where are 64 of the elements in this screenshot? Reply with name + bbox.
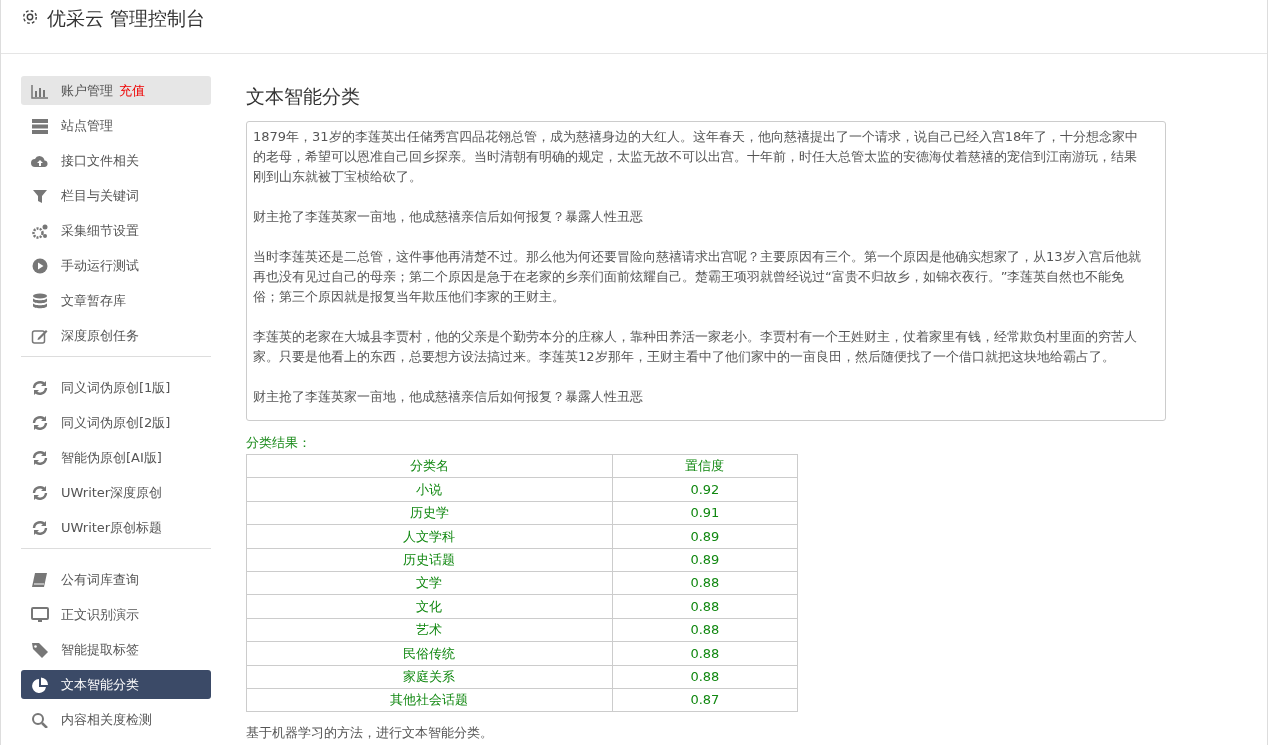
table-cell: 0.88: [612, 571, 798, 595]
sidebar-item[interactable]: 正文识别演示: [21, 600, 211, 629]
table-cell: 其他社会话题: [246, 688, 613, 712]
sidebar-item[interactable]: 智能提取标签: [21, 635, 211, 664]
sidebar-item[interactable]: 内容相关度检测: [21, 705, 211, 734]
column-header: 分类名: [246, 454, 613, 478]
sidebar-item[interactable]: 深度原创任务: [21, 321, 211, 350]
bar-chart-icon: [31, 82, 49, 99]
sidebar-item[interactable]: 栏目与关键词: [21, 181, 211, 210]
table-cell: 小说: [246, 477, 613, 502]
edit-icon: [31, 327, 49, 344]
table-cell: 历史学: [246, 501, 613, 525]
table-cell: 0.88: [612, 665, 798, 689]
sidebar-item[interactable]: 站点管理: [21, 111, 211, 140]
edit-icon: [31, 484, 49, 501]
search-icon: [31, 711, 49, 728]
section-heading: 文本智能分类: [246, 84, 361, 109]
sidebar-item[interactable]: 账户管理 充值: [21, 76, 211, 105]
sidebar-item[interactable]: 接口文件相关: [21, 146, 211, 175]
refresh-icon: [31, 449, 49, 466]
sidebar-item[interactable]: 同义词伪原创[2版]: [21, 408, 211, 437]
description-text: 基于机器学习的方法，进行文本智能分类。: [246, 724, 494, 743]
table-cell: 文化: [246, 594, 613, 619]
gears-icon: [31, 222, 49, 239]
sidebar-item[interactable]: 同义词伪原创[1版]: [21, 373, 211, 402]
sidebar-item[interactable]: 手动运行测试: [21, 251, 211, 280]
sidebar-item[interactable]: UWriter原创标题: [21, 513, 211, 542]
table-cell: 人文学科: [246, 524, 613, 549]
filter-icon: [31, 187, 49, 204]
page-title: 优采云 管理控制台: [47, 6, 206, 31]
database-icon: [31, 292, 49, 309]
monitor-icon: [31, 606, 49, 623]
column-header: 置信度: [612, 454, 798, 478]
play-icon: [31, 257, 49, 274]
sidebar-item[interactable]: 采集细节设置: [21, 216, 211, 245]
table-cell: 历史话题: [246, 548, 613, 572]
table-cell: 0.89: [612, 524, 798, 549]
table-cell: 艺术: [246, 618, 613, 642]
table-cell: 0.88: [612, 594, 798, 619]
table-cell: 文学: [246, 571, 613, 595]
table-cell: 0.89: [612, 548, 798, 572]
refresh-icon: [31, 414, 49, 431]
sidebar-item[interactable]: 智能伪原创[AI版]: [21, 443, 211, 472]
sidebar-item[interactable]: 文章暂存库: [21, 286, 211, 315]
server-icon: [31, 117, 49, 134]
text-input[interactable]: 1879年，31岁的李莲英出任储秀宫四品花翎总管，成为慈禧身边的大红人。这年春天，他向慈禧提出了一个请求，说自己已经入宫18年了，十分想念家中的老母，希望可以恩准自己回乡探亲。当时清朝有明确的规定，太监无故不可以出宫。十年前，时任大总管太监的安德海仗着慈禧的宠信到江南游玩，结果刚到山东就被丁宝桢给砍了。 财主抢了李莲英家一亩地，他成慈禧亲信后如何报复？暴露人性丑恶 当时李莲英还是二总管，这件事他再清楚不过。那么他为何还要冒险向慈禧请求出宫呢？主要原因有三个。第一个原因是他确实想家了，从13岁入宫后他就再也没有见过自己的母亲；第二个原因是急于在老家的乡亲们面前炫耀自己。楚霸王项羽就曾经说过“富贵不归故乡，如锦衣夜行。”李莲英自然也不能免俗；第三个原因就是报复当年欺压他们李家的王财主。 李莲英的老家在大城县李贾村，他的父亲是个勤劳本分的庄稼人，靠种田养活一家老小。李贾村有一个王姓财主，仗着家里有钱，经常欺负村里面的穷苦人家。只要是他看上的东西，总要想方设法搞过来。李莲英12岁那年，王财主看中了他们家中的一亩良田，然后随便找了一个借口就把这块地给霸占了。 财主抢了李莲英家一亩地，他成慈禧亲信后如何报复？暴露人性丑恶: [246, 120, 1166, 421]
result-label: 分类结果：: [246, 433, 312, 452]
table-cell: 民俗传统: [246, 641, 613, 665]
sidebar-item[interactable]: 文本智能分类: [21, 670, 211, 699]
book-icon: [31, 571, 49, 588]
sidebar-item[interactable]: 公有词库查询: [21, 565, 211, 594]
table-cell: 0.91: [612, 501, 798, 525]
table-cell: 0.88: [612, 618, 798, 642]
table-cell: 0.88: [612, 641, 798, 665]
table-cell: 家庭关系: [246, 665, 613, 689]
table-cell: 0.87: [612, 688, 798, 712]
edit-icon: [31, 519, 49, 536]
tag-icon: [31, 641, 49, 658]
sidebar-item[interactable]: UWriter深度原创: [21, 478, 211, 507]
settings-icon: [21, 8, 39, 26]
pie-chart-icon: [31, 676, 49, 693]
recharge-link[interactable]: 充值: [119, 80, 145, 101]
table-cell: 0.92: [612, 477, 798, 502]
refresh-icon: [31, 379, 49, 396]
